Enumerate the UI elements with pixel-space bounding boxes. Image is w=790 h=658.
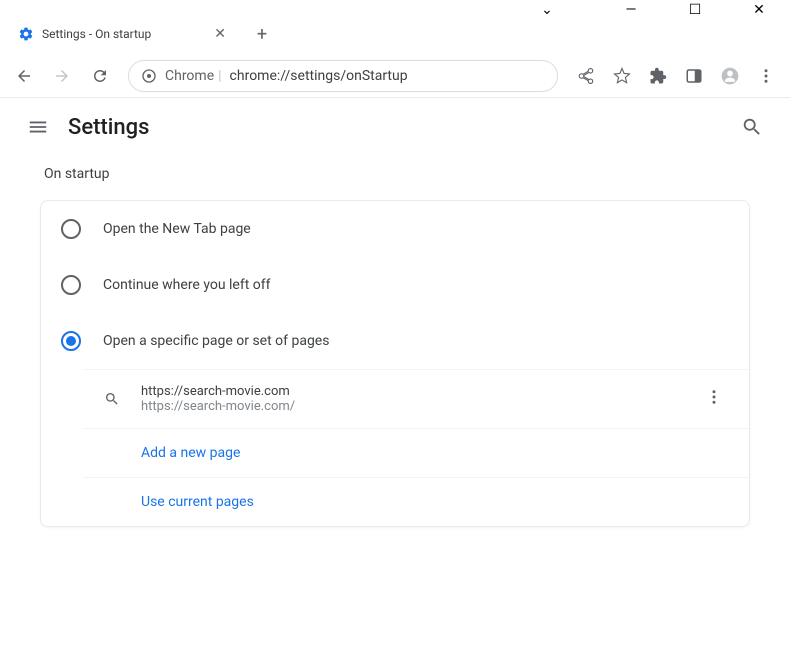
use-current-row[interactable]: Use current pages <box>83 477 749 526</box>
minimize-button[interactable]: — <box>608 2 654 18</box>
window-controls: ⌄ — ☐ ✕ <box>0 0 790 14</box>
maximize-button[interactable]: ☐ <box>672 2 718 18</box>
add-page-row[interactable]: Add a new page <box>83 428 749 477</box>
window-dropdown-icon[interactable]: ⌄ <box>524 2 570 18</box>
startup-page-item: https://search-movie.com https://search-… <box>83 369 749 428</box>
back-button[interactable] <box>8 60 40 92</box>
hamburger-menu-icon[interactable] <box>18 107 58 147</box>
tab-strip: Settings - On startup ✕ + <box>0 14 790 54</box>
reload-button[interactable] <box>84 60 116 92</box>
page-name: https://search-movie.com <box>141 384 699 399</box>
address-bar[interactable]: Chrome | chrome://settings/onStartup <box>128 60 558 92</box>
radio-icon <box>61 219 81 239</box>
search-icon[interactable] <box>732 107 772 147</box>
page-info: https://search-movie.com https://search-… <box>141 384 699 414</box>
profile-icon[interactable] <box>714 60 746 92</box>
url-text: chrome://settings/onStartup <box>230 68 408 84</box>
close-window-button[interactable]: ✕ <box>736 2 782 18</box>
page-title: Settings <box>68 115 149 140</box>
radio-label: Open the New Tab page <box>103 221 251 237</box>
use-current-link: Use current pages <box>141 494 254 510</box>
side-panel-icon[interactable] <box>678 60 710 92</box>
option-specific-pages[interactable]: Open a specific page or set of pages <box>41 313 749 369</box>
settings-header: Settings <box>0 98 790 156</box>
share-icon[interactable] <box>570 60 602 92</box>
browser-tab[interactable]: Settings - On startup ✕ <box>8 17 238 51</box>
option-new-tab[interactable]: Open the New Tab page <box>41 201 749 257</box>
url-prefix: Chrome <box>165 68 214 84</box>
settings-content: On startup Open the New Tab page Continu… <box>0 156 790 537</box>
startup-options-card: Open the New Tab page Continue where you… <box>40 200 750 527</box>
option-continue[interactable]: Continue where you left off <box>41 257 749 313</box>
section-title: On startup <box>40 166 750 182</box>
menu-icon[interactable] <box>750 60 782 92</box>
radio-label: Continue where you left off <box>103 277 271 293</box>
radio-icon <box>61 275 81 295</box>
radio-label: Open a specific page or set of pages <box>103 333 329 349</box>
startup-pages-list: https://search-movie.com https://search-… <box>41 369 749 526</box>
page-actions-icon[interactable] <box>699 382 729 416</box>
forward-button[interactable] <box>46 60 78 92</box>
close-tab-icon[interactable]: ✕ <box>212 24 228 44</box>
radio-icon <box>61 331 81 351</box>
gear-icon <box>18 26 34 42</box>
extensions-icon[interactable] <box>642 60 674 92</box>
tab-title: Settings - On startup <box>42 27 212 41</box>
add-page-link: Add a new page <box>141 445 240 461</box>
browser-toolbar: Chrome | chrome://settings/onStartup <box>0 54 790 98</box>
magnifier-icon <box>103 390 121 408</box>
toolbar-actions <box>570 60 782 92</box>
new-tab-button[interactable]: + <box>248 20 276 48</box>
page-url: https://search-movie.com/ <box>141 399 699 414</box>
chrome-icon <box>141 68 157 84</box>
bookmark-icon[interactable] <box>606 60 638 92</box>
url-divider: | <box>218 68 221 84</box>
